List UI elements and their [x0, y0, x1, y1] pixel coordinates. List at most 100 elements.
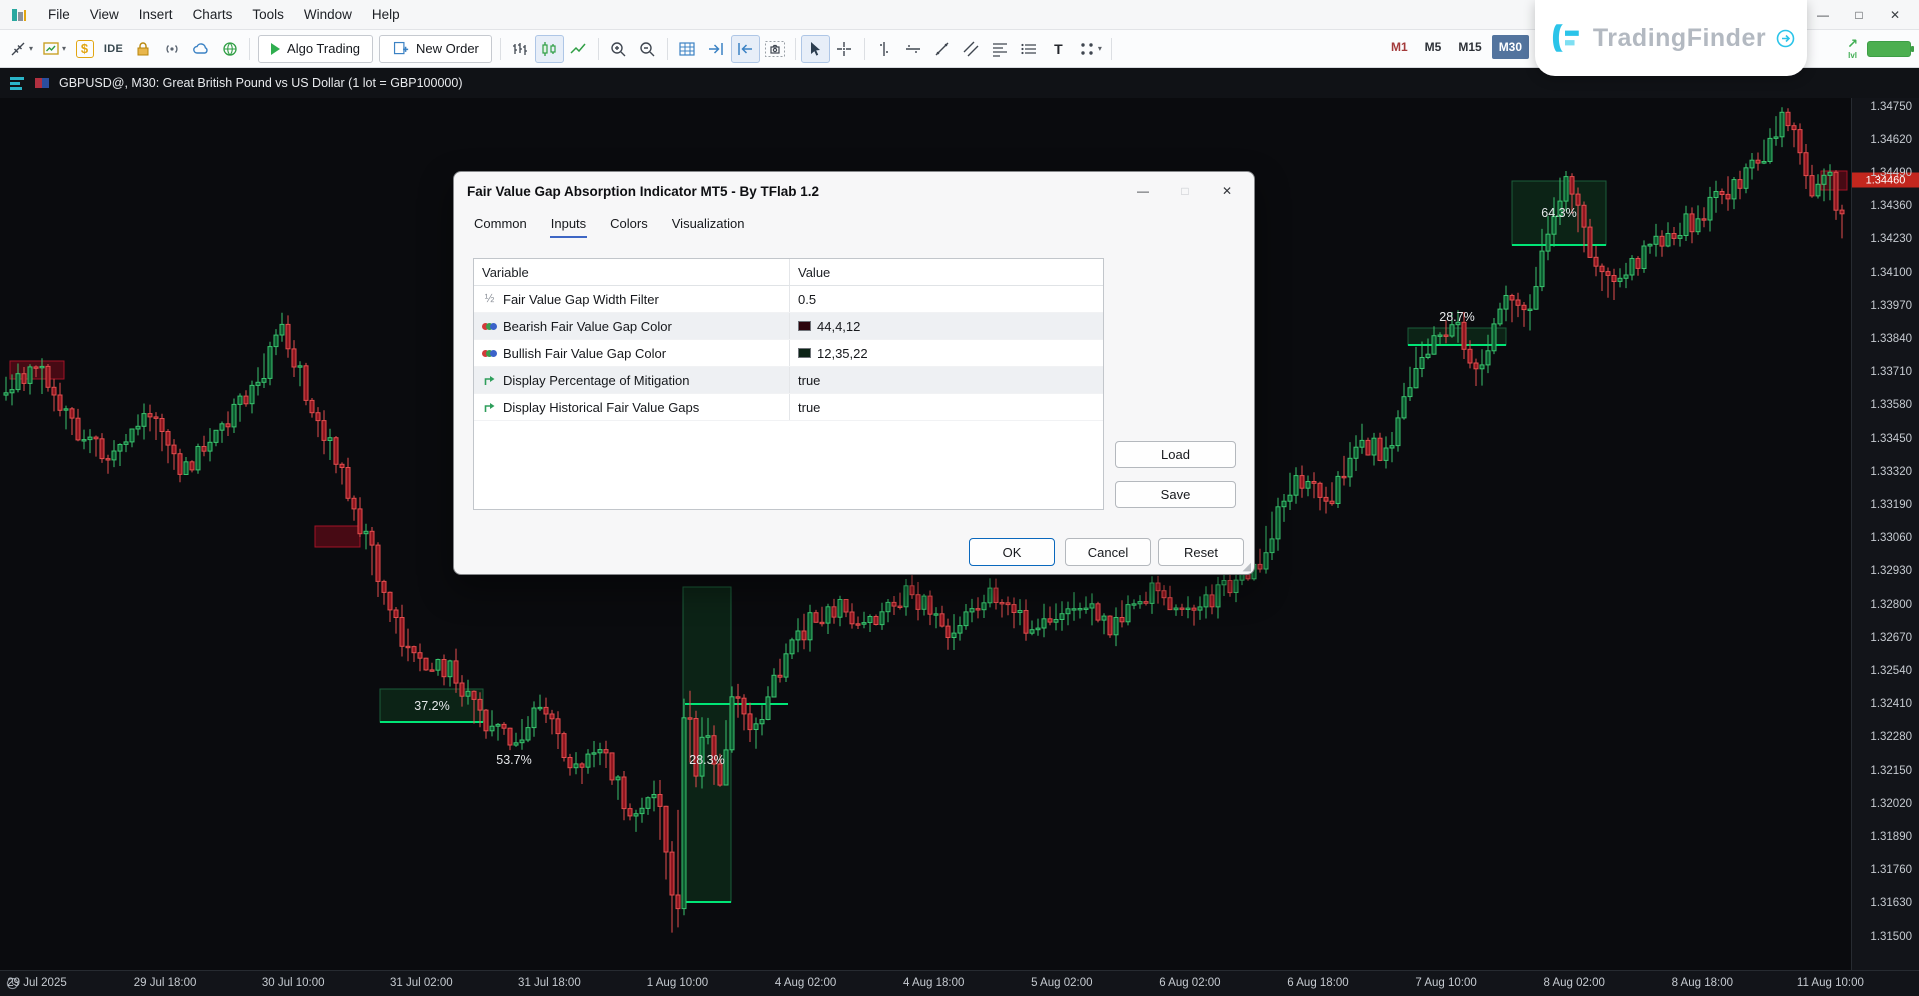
- dialog-resize-grip[interactable]: ◢: [1243, 562, 1251, 573]
- menu-item-charts[interactable]: Charts: [183, 2, 243, 27]
- timeframe-m1[interactable]: M1: [1384, 35, 1415, 59]
- screenshot-button[interactable]: [760, 35, 790, 63]
- price-label: 1.32020: [1870, 798, 1912, 810]
- zoom-in-button[interactable]: [604, 35, 633, 63]
- time-label: 6 Aug 02:00: [1159, 977, 1220, 989]
- input-row[interactable]: Bullish Fair Value Gap Color12,35,22: [474, 340, 1103, 367]
- new-order-button[interactable]: New Order: [379, 35, 492, 63]
- toolbar-separator: [249, 38, 250, 60]
- timeframe-m5[interactable]: M5: [1418, 35, 1449, 59]
- algo-trading-button[interactable]: Algo Trading: [258, 35, 373, 63]
- lock-button[interactable]: [128, 35, 157, 63]
- horizontal-line-tool-button[interactable]: [899, 35, 928, 63]
- color-swatch: [798, 321, 811, 331]
- channel-tool-button[interactable]: [957, 35, 986, 63]
- cloud-button[interactable]: [186, 35, 215, 63]
- dollar-icon: $: [76, 40, 94, 58]
- vertical-line-tool-button[interactable]: [870, 35, 899, 63]
- vertical-line-icon: [874, 39, 894, 59]
- price-label: 1.32670: [1870, 632, 1912, 644]
- text-tool-button[interactable]: T: [1044, 35, 1073, 63]
- cancel-button[interactable]: Cancel: [1065, 538, 1151, 566]
- menu-item-insert[interactable]: Insert: [129, 2, 183, 27]
- line-tool-icon: [8, 39, 28, 59]
- tab-visualization[interactable]: Visualization: [671, 212, 746, 238]
- variable-value: 0.5: [798, 292, 816, 307]
- zoom-out-icon: [637, 39, 657, 59]
- time-label: 5 Aug 02:00: [1031, 977, 1092, 989]
- chart-title: GBPUSD@, M30: Great British Pound vs US …: [59, 76, 462, 90]
- cloud-icon: [191, 39, 211, 59]
- menu-item-help[interactable]: Help: [362, 2, 410, 27]
- shapes-tool-dropdown[interactable]: ▾: [1073, 35, 1106, 63]
- tab-common[interactable]: Common: [473, 212, 528, 238]
- cursor-button[interactable]: [801, 35, 830, 63]
- price-label: 1.32540: [1870, 665, 1912, 677]
- time-label: 31 Jul 18:00: [518, 977, 581, 989]
- color-swatch: [798, 348, 811, 358]
- input-row[interactable]: Display Historical Fair Value Gapstrue: [474, 394, 1103, 421]
- line-tool-dropdown[interactable]: ▾: [4, 35, 37, 63]
- fvg-percentage-label: 53.7%: [496, 753, 531, 767]
- grid-button[interactable]: [673, 35, 702, 63]
- dialog-maximize-button[interactable]: □: [1164, 176, 1206, 206]
- price-axis[interactable]: 1.34460 1.347501.346201.344901.343601.34…: [1851, 98, 1919, 970]
- candle-chart-mode-button[interactable]: [535, 35, 564, 63]
- dialog-close-button[interactable]: ✕: [1206, 176, 1248, 206]
- maximize-button[interactable]: □: [1841, 3, 1877, 27]
- time-label: 29 Jul 2025: [7, 977, 66, 989]
- price-label: 1.33320: [1870, 466, 1912, 478]
- candles-chart-icon: [539, 39, 559, 59]
- levels-tool-button[interactable]: [1015, 35, 1044, 63]
- time-label: 11 Aug 10:00: [1797, 977, 1864, 989]
- timeframe-m15[interactable]: M15: [1451, 35, 1488, 59]
- variable-name: Bullish Fair Value Gap Color: [503, 346, 666, 361]
- ide-button[interactable]: IDE: [99, 35, 128, 63]
- bar-chart-mode-button[interactable]: [506, 35, 535, 63]
- fibonacci-tool-button[interactable]: [986, 35, 1015, 63]
- save-button[interactable]: Save: [1115, 481, 1236, 508]
- price-label: 1.32280: [1870, 731, 1912, 743]
- input-row[interactable]: Display Percentage of Mitigationtrue: [474, 367, 1103, 394]
- chart-shift-button[interactable]: [731, 35, 760, 63]
- chart-template-dropdown[interactable]: ▾: [37, 35, 70, 63]
- chevron-down-icon: ▾: [1098, 44, 1102, 53]
- value-cell: 0.5: [790, 286, 1103, 312]
- trendline-tool-button[interactable]: [928, 35, 957, 63]
- fvg-percentage-label: 37.2%: [414, 699, 449, 713]
- dialog-titlebar[interactable]: Fair Value Gap Absorption Indicator MT5 …: [454, 172, 1254, 210]
- chevron-down-icon: ▾: [29, 44, 33, 53]
- zoom-out-button[interactable]: [633, 35, 662, 63]
- time-axis[interactable]: 29 Jul 202529 Jul 18:0030 Jul 10:0031 Ju…: [0, 970, 1919, 996]
- menu-item-window[interactable]: Window: [294, 2, 362, 27]
- input-row[interactable]: Bearish Fair Value Gap Color44,4,12: [474, 313, 1103, 340]
- close-button[interactable]: ✕: [1877, 3, 1913, 27]
- tab-inputs[interactable]: Inputs: [550, 212, 587, 238]
- price-label: 1.33970: [1870, 300, 1912, 312]
- time-label: 30 Jul 10:00: [262, 977, 325, 989]
- auto-scroll-button[interactable]: [702, 35, 731, 63]
- signal-button[interactable]: [157, 35, 186, 63]
- load-button[interactable]: Load: [1115, 441, 1236, 468]
- variable-cell: Bearish Fair Value Gap Color: [474, 313, 790, 339]
- ok-button[interactable]: OK: [969, 538, 1055, 566]
- menu-item-view[interactable]: View: [80, 2, 129, 27]
- inputs-table: Variable Value ½Fair Value Gap Width Fil…: [473, 258, 1104, 510]
- line-chart-mode-button[interactable]: [564, 35, 593, 63]
- tab-colors[interactable]: Colors: [609, 212, 649, 238]
- market-watch-icon[interactable]: [9, 75, 25, 91]
- crosshair-button[interactable]: [830, 35, 859, 63]
- dialog-minimize-button[interactable]: —: [1122, 176, 1164, 206]
- timeframe-m30[interactable]: M30: [1492, 35, 1529, 59]
- community-button[interactable]: [215, 35, 244, 63]
- menu-item-file[interactable]: File: [38, 2, 80, 27]
- new-order-icon: [392, 40, 409, 57]
- minimize-button[interactable]: —: [1805, 3, 1841, 27]
- input-row[interactable]: ½Fair Value Gap Width Filter0.5: [474, 286, 1103, 313]
- market-dollar-button[interactable]: $: [70, 35, 99, 63]
- shapes-icon: [1077, 39, 1097, 59]
- auto-scroll-icon: [706, 39, 726, 59]
- price-label: 1.34230: [1870, 233, 1912, 245]
- menu-item-tools[interactable]: Tools: [242, 2, 294, 27]
- reset-button[interactable]: Reset: [1158, 538, 1244, 566]
